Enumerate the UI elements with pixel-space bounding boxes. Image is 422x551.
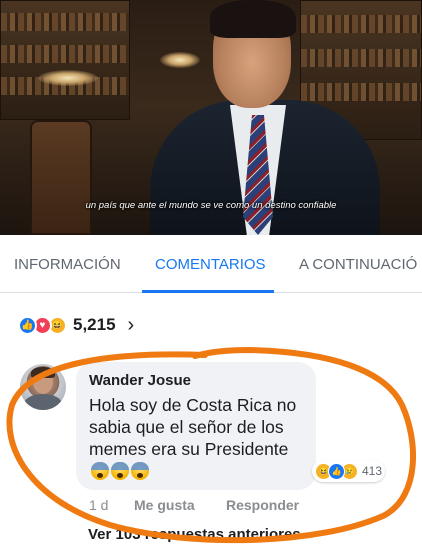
video-subtitle: un país que ante el mundo se ve como un … [85, 200, 337, 211]
avatar[interactable] [20, 364, 66, 410]
like-button[interactable]: Me gusta [134, 497, 195, 513]
comment-text-block: Hola soy de Costa Rica no sabia que el s… [89, 394, 311, 482]
chandelier-light [38, 70, 98, 86]
reply-button[interactable]: Responder [226, 497, 299, 513]
reactions-count: 5,215 [73, 315, 116, 334]
reactions-summary[interactable]: 👍 ♥ 😆 5,215 › [18, 312, 134, 338]
comment-timestamp: 1 d [89, 497, 109, 513]
like-icon: 👍 [18, 315, 37, 335]
tab-bar: INFORMACIÓN COMENTARIOS A CONTINUACIÓ [0, 235, 422, 293]
chevron-right-icon[interactable]: › [128, 314, 135, 337]
tab-informacion[interactable]: INFORMACIÓN [14, 256, 121, 273]
tab-a-continuacion[interactable]: A CONTINUACIÓ [299, 256, 417, 273]
comment-author[interactable]: Wander Josue [89, 372, 191, 389]
video-player[interactable]: un país que ante el mundo se ve como un … [0, 0, 422, 235]
view-previous-replies-link[interactable]: Ver 103 respuestas anteriores [88, 526, 301, 543]
comment-reactions[interactable]: 😆 👍 😢 413 [312, 460, 386, 482]
like-icon: 👍 [328, 462, 345, 480]
speaker-hair [210, 0, 296, 38]
tab-comentarios[interactable]: COMENTARIOS [155, 256, 266, 273]
active-tab-indicator [142, 290, 274, 293]
chandelier-light [160, 52, 200, 68]
comment-reaction-count: 413 [362, 464, 383, 478]
chair [30, 120, 92, 235]
bookshelf [0, 0, 130, 120]
comment-bubble[interactable]: Wander Josue Hola soy de Costa Rica no s… [76, 362, 316, 490]
fearful-face-icon [131, 462, 149, 480]
comment-text: Hola soy de Costa Rica no sabia que el s… [89, 395, 297, 459]
fearful-face-icon [111, 462, 129, 480]
fearful-face-icon [91, 462, 109, 480]
